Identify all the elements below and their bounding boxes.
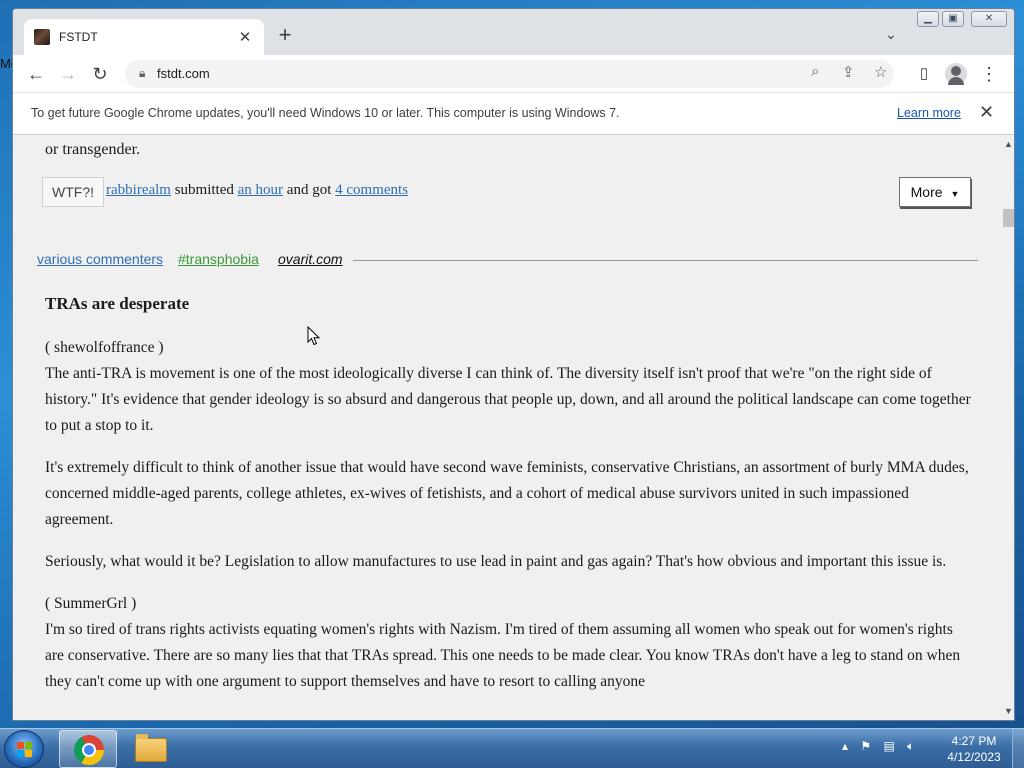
submitted-text: submitted	[174, 182, 234, 198]
windows-logo-icon	[17, 742, 33, 758]
quote-2: It's extremely difficult to think of ano…	[45, 459, 969, 528]
scroll-down-icon[interactable]: ▼	[1004, 706, 1013, 716]
reload-icon[interactable]: ↻	[87, 61, 113, 87]
tab-title: FSTDT	[59, 30, 98, 44]
quote-1: ( shewolfoffrance ) The anti-TRA is move…	[45, 335, 975, 439]
clock-date: 4/12/2023	[947, 750, 1001, 764]
tray-expand-icon[interactable]: ▴	[842, 739, 848, 753]
close-window-button[interactable]: ✕	[971, 11, 1007, 27]
volume-muted-icon[interactable]: 🔈︎	[907, 739, 914, 753]
post-title: TRAs are desperate	[45, 294, 190, 313]
update-infobar: To get future Google Chrome updates, you…	[13, 93, 1014, 135]
back-icon[interactable]: ←	[23, 61, 49, 87]
mouse-cursor-icon	[307, 326, 321, 346]
got-text: and got	[286, 182, 332, 198]
source-link[interactable]: ovarit.com	[278, 251, 343, 267]
start-button[interactable]	[4, 730, 44, 768]
time-link[interactable]: an hour	[238, 182, 283, 198]
clock-time: 4:27 PM	[951, 734, 997, 748]
tab-search-icon[interactable]: ⌄	[885, 26, 897, 43]
tab-close-icon[interactable]: ✕	[236, 28, 254, 46]
quote-3: Seriously, what would it be? Legislation…	[45, 553, 947, 570]
minimize-button[interactable]: ▁	[917, 11, 939, 27]
browser-toolbar: ← → ↻ 🔒︎ fstdt.com ⌕ ⇪ ☆ ▯ ⋮	[13, 55, 1014, 93]
address-bar[interactable]: 🔒︎ fstdt.com ⌕ ⇪ ☆	[125, 60, 894, 88]
infobar-message: To get future Google Chrome updates, you…	[31, 106, 620, 120]
chrome-icon	[74, 735, 104, 765]
network-icon[interactable]: ▤	[883, 739, 894, 753]
action-center-icon[interactable]: ⚑	[860, 739, 871, 753]
comments-link[interactable]: 4 comments	[335, 182, 408, 198]
side-panel-icon[interactable]: ▯	[911, 61, 937, 87]
scroll-thumb[interactable]	[1003, 209, 1014, 227]
author-link[interactable]: rabbirealm	[106, 182, 171, 198]
wtf-rating-button[interactable]: WTF?!	[42, 177, 104, 207]
submission-line: rabbirealm submitted an hour and got 4 c…	[106, 182, 408, 199]
scroll-up-icon[interactable]: ▲	[1004, 139, 1013, 149]
site-favicon-icon	[34, 29, 50, 45]
previous-post-meta: WTF?! rabbirealm submitted an hour and g…	[42, 177, 982, 207]
taskbar-explorer-button[interactable]	[121, 730, 179, 768]
quote-text: I'm so tired of trans rights activists e…	[45, 621, 961, 690]
system-tray: ▴ ⚑ ▤ 🔈︎	[842, 739, 923, 754]
quote-4: ( SummerGrl ) I'm so tired of trans righ…	[45, 591, 975, 695]
taskbar: ▴ ⚑ ▤ 🔈︎ 4:27 PM 4/12/2023	[0, 728, 1024, 768]
quote-author: ( shewolfoffrance )	[45, 339, 164, 356]
infobar-close-icon[interactable]: ✕	[979, 102, 994, 123]
caret-down-icon: ▼	[950, 189, 960, 199]
browser-window: FSTDT ✕ + ⌄ ▁ ▣ ✕ ← → ↻ 🔒︎ fstdt.com ⌕ ⇪…	[12, 8, 1015, 721]
previous-post-tail: or transgender.	[45, 141, 141, 158]
folder-icon	[135, 734, 167, 762]
post-author-link[interactable]: various commenters	[37, 251, 163, 267]
taskbar-chrome-button[interactable]	[59, 730, 117, 768]
more-label: More	[910, 184, 943, 200]
forward-icon[interactable]: →	[55, 61, 81, 87]
bookmark-star-icon[interactable]: ☆	[874, 63, 887, 81]
taskbar-clock[interactable]: 4:27 PM 4/12/2023	[944, 733, 1004, 765]
menu-kebab-icon[interactable]: ⋮	[976, 61, 1002, 87]
post-body: ( shewolfoffrance ) The anti-TRA is move…	[45, 335, 975, 711]
url-text[interactable]: fstdt.com	[157, 66, 210, 81]
page-content: or transgender. WTF?! rabbirealm submitt…	[13, 135, 1001, 720]
post-meta-row: various commenters #transphobia ovarit.c…	[37, 251, 978, 271]
zoom-search-icon[interactable]: ⌕	[811, 63, 819, 80]
maximize-button[interactable]: ▣	[942, 11, 964, 27]
hashtag-link[interactable]: #transphobia	[178, 251, 259, 267]
quote-text: The anti-TRA is movement is one of the m…	[45, 365, 971, 434]
lock-icon[interactable]: 🔒︎	[139, 66, 145, 81]
profile-avatar[interactable]	[945, 63, 967, 85]
quote-author: ( SummerGrl )	[45, 595, 137, 612]
more-button[interactable]: More ▼	[899, 177, 971, 207]
show-desktop-button[interactable]	[1012, 729, 1024, 768]
tab-fstdt[interactable]: FSTDT ✕	[24, 19, 264, 55]
desktop-edge: Mo	[0, 56, 19, 71]
tab-strip: FSTDT ✕ + ⌄ ▁ ▣ ✕	[13, 9, 1014, 55]
divider	[353, 260, 978, 261]
page-scrollbar[interactable]: ▲ ▼	[1001, 135, 1014, 720]
share-icon[interactable]: ⇪	[842, 63, 855, 81]
new-tab-button[interactable]: +	[275, 23, 295, 47]
learn-more-link[interactable]: Learn more	[897, 106, 961, 120]
